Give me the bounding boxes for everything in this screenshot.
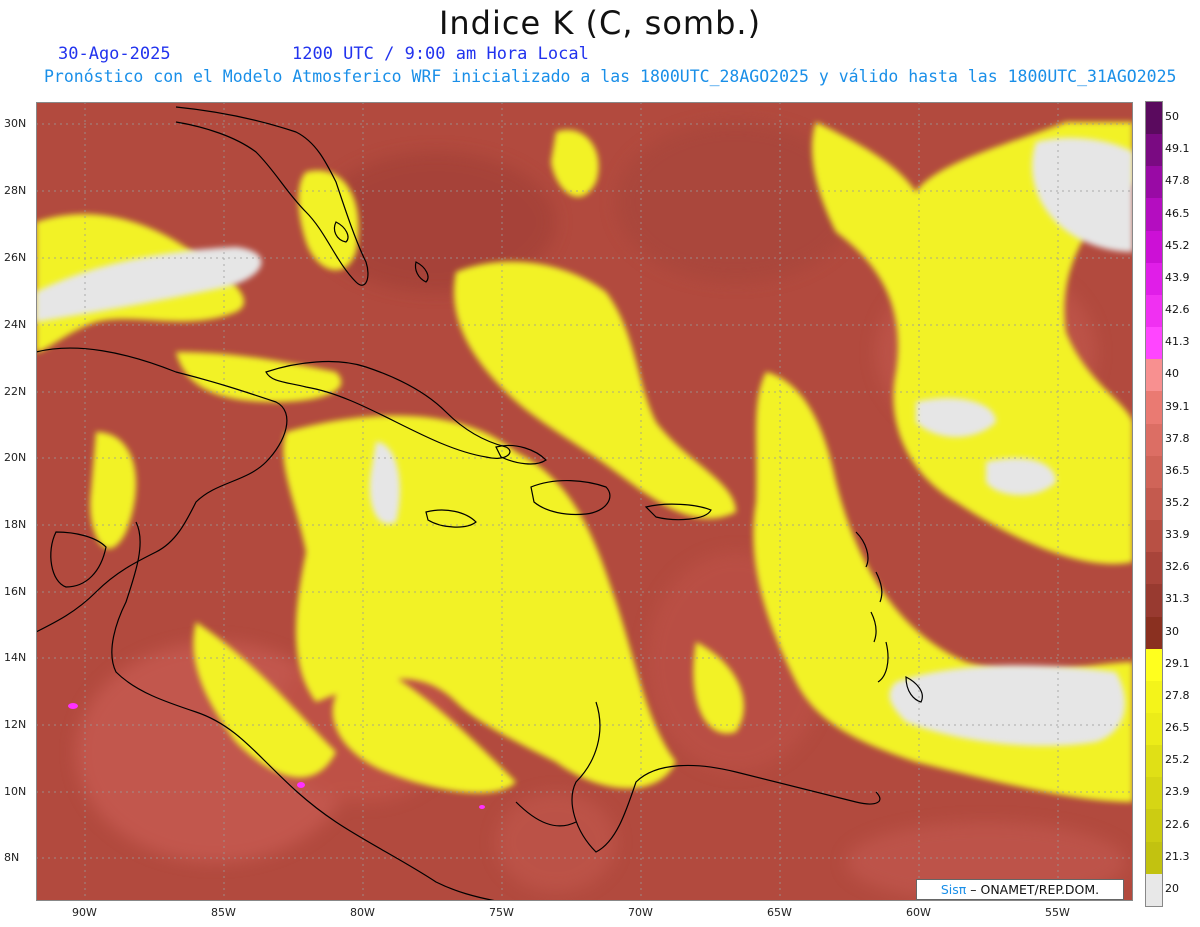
colorbar-label: 46.5 <box>1165 206 1190 220</box>
lat-label: 10N <box>4 785 27 798</box>
colorbar-segment <box>1146 520 1162 553</box>
colorbar-segment <box>1146 166 1162 199</box>
lat-label: 8N <box>4 851 20 864</box>
lat-label: 18N <box>4 518 27 531</box>
lat-label: 22N <box>4 385 27 398</box>
colorbar-label: 45.2 <box>1165 238 1190 252</box>
colorbar-label: 41.3 <box>1165 335 1190 349</box>
lon-label: 65W <box>767 906 792 919</box>
colorbar-segment <box>1146 134 1162 167</box>
forecast-date: 30-Ago-2025 <box>58 44 171 64</box>
colorbar-segment <box>1146 809 1162 842</box>
forecast-valid-time: 1200 UTC / 9:00 am Hora Local <box>292 44 589 64</box>
colorbar-label: 36.5 <box>1165 463 1190 477</box>
colorbar-label: 25.2 <box>1165 753 1190 767</box>
lon-label: 90W <box>72 906 97 919</box>
colorbar-segment <box>1146 294 1162 328</box>
colorbar-label: 37.8 <box>1165 431 1190 445</box>
colorbar-label: 39.1 <box>1165 399 1190 413</box>
colorbar-segment <box>1146 584 1162 617</box>
colorbar-segment <box>1146 648 1162 681</box>
colorbar-label: 22.6 <box>1165 817 1190 831</box>
colorbar-label: 29.1 <box>1165 656 1190 670</box>
lat-label: 24N <box>4 318 27 331</box>
colorbar-label: 50 <box>1165 110 1179 124</box>
colorbar-label: 32.6 <box>1165 560 1190 574</box>
lon-label: 70W <box>628 906 653 919</box>
colorbar-segment <box>1146 841 1162 874</box>
lon-label: 60W <box>906 906 931 919</box>
colorbar-label: 27.8 <box>1165 688 1190 702</box>
lat-label: 28N <box>4 184 27 197</box>
colorbar-label: 23.9 <box>1165 785 1190 799</box>
colorbar-segment <box>1146 552 1162 585</box>
lat-label: 16N <box>4 585 27 598</box>
colorbar-segment <box>1146 423 1162 456</box>
chart-title: Indice K (C, somb.) <box>438 4 762 42</box>
colorbar-label: 42.6 <box>1165 303 1190 317</box>
colorbar-segment <box>1146 391 1162 424</box>
colorbar-label: 26.5 <box>1165 721 1190 735</box>
lon-label: 85W <box>211 906 236 919</box>
lat-label: 12N <box>4 718 27 731</box>
colorbar-label: 31.3 <box>1165 592 1190 606</box>
colorbar <box>1145 101 1163 907</box>
colorbar-label: 30 <box>1165 624 1179 638</box>
colorbar-label: 35.2 <box>1165 496 1190 509</box>
sispi-logo: Sisπ <box>940 882 967 897</box>
colorbar-segment <box>1146 487 1162 521</box>
colorbar-label: 49.1 <box>1165 142 1190 156</box>
colorbar-label: 33.9 <box>1165 528 1190 542</box>
lat-label: 26N <box>4 251 27 264</box>
colorbar-segment <box>1146 359 1162 392</box>
colorbar-segment <box>1146 873 1162 906</box>
colorbar-segment <box>1146 745 1162 778</box>
colorbar-segment <box>1146 198 1162 231</box>
colorbar-label: 21.3 <box>1165 849 1190 863</box>
lon-label: 80W <box>350 906 375 919</box>
colorbar-segment <box>1146 327 1162 360</box>
colorbar-label: 40 <box>1165 367 1179 381</box>
lon-label: 55W <box>1045 906 1070 919</box>
k-index-map <box>36 102 1133 901</box>
colorbar-segment <box>1146 777 1162 810</box>
colorbar-segment <box>1146 712 1162 746</box>
credit-text: – ONAMET/REP.DOM. <box>966 882 1100 897</box>
colorbar-segment <box>1146 102 1162 135</box>
colorbar-segment <box>1146 680 1162 713</box>
colorbar-label: 43.9 <box>1165 270 1190 284</box>
colorbar-segment <box>1146 455 1162 488</box>
lat-label: 14N <box>4 651 27 664</box>
colorbar-segment <box>1146 616 1162 649</box>
model-subtitle: Pronóstico con el Modelo Atmosferico WRF… <box>44 67 1177 86</box>
lon-label: 75W <box>489 906 514 919</box>
colorbar-segment <box>1146 230 1162 263</box>
lat-label: 20N <box>4 451 27 464</box>
lat-label: 30N <box>4 117 27 130</box>
credit-box: Sisπ – ONAMET/REP.DOM. <box>916 879 1124 900</box>
colorbar-segment <box>1146 262 1162 295</box>
colorbar-label: 47.8 <box>1165 174 1190 188</box>
colorbar-label: 20 <box>1165 881 1179 895</box>
